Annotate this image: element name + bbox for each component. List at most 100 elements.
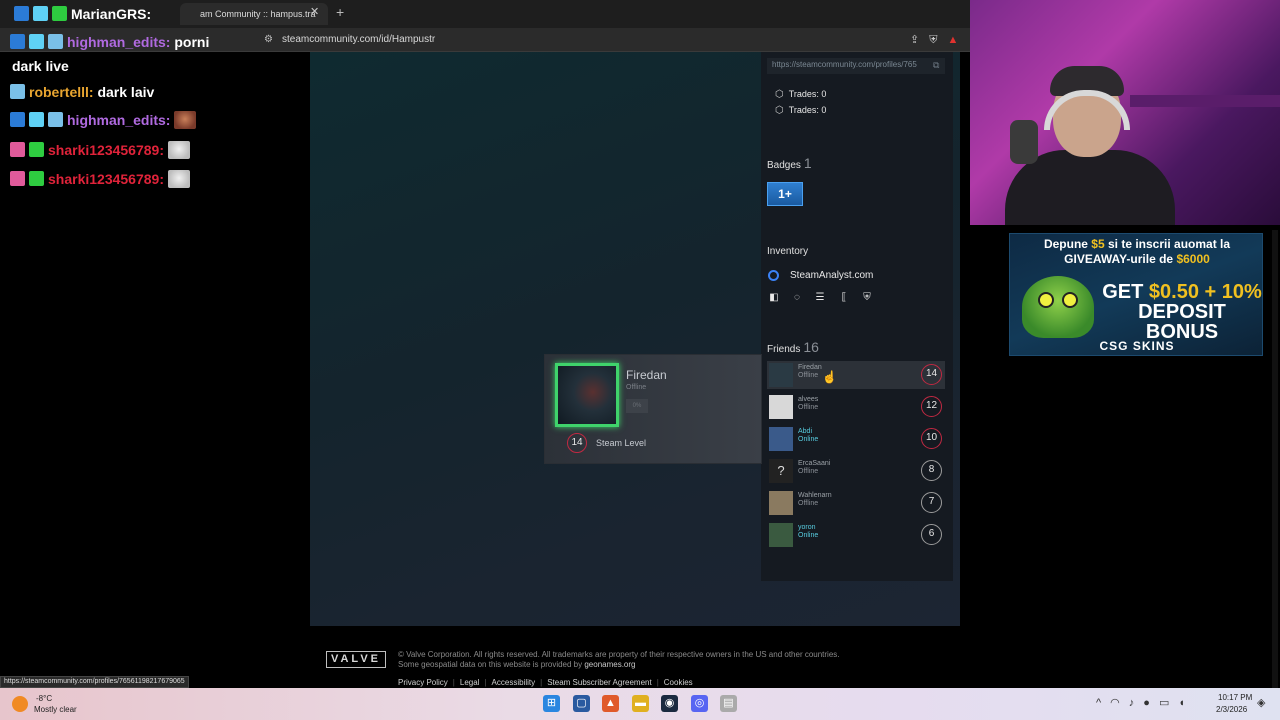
friend-row[interactable]: yoron Online 6 (767, 521, 945, 549)
friends-count: 16 (803, 339, 819, 355)
ad-headline: Depune $5 si te inscrii auomat la GIVEAW… (1010, 237, 1262, 267)
speaker-icon[interactable]: ◖ (1178, 697, 1194, 709)
friend-level: 12 (921, 396, 942, 417)
subscriber-agreement-link[interactable]: Steam Subscriber Agreement (547, 678, 652, 687)
clock-date[interactable]: 2/3/2026 (1216, 705, 1247, 714)
weather-icon[interactable] (12, 696, 28, 712)
mic-icon[interactable]: ● (1143, 697, 1159, 709)
wifi-icon[interactable]: ◠ (1110, 697, 1129, 709)
chat-line: sharki123456789: (10, 141, 190, 159)
weather-desc[interactable]: Mostly clear (34, 705, 77, 714)
badge-icon (48, 112, 63, 127)
friends-title: Friends (767, 344, 801, 355)
friend-status: Online (798, 436, 819, 443)
new-tab-button[interactable]: + (336, 4, 344, 20)
badge-tile[interactable]: 1+ (767, 182, 803, 206)
default-avatar-icon: ? (769, 459, 793, 483)
emote-icon (168, 141, 190, 159)
csgo-icon[interactable]: ◧ (768, 292, 780, 303)
friend-name: Wahlenarn (798, 492, 832, 499)
avatar (769, 363, 793, 387)
chevron-up-icon[interactable]: ^ (1096, 697, 1110, 709)
weather-temp[interactable]: -8°C (36, 694, 52, 703)
privacy-policy-link[interactable]: Privacy Policy (398, 678, 448, 687)
badge-icon (33, 6, 48, 21)
hovercard-name: Firedan (626, 368, 667, 382)
steamanalyst-link[interactable]: SteamAnalyst.com (790, 270, 873, 281)
friend-row[interactable]: Wahlenarn Offline 7 (767, 489, 945, 517)
chat-line: robertelll: dark laiv (10, 84, 154, 100)
trades-row: ⬡ Trades: 0 (775, 89, 826, 100)
rewards-icon[interactable]: ▲ (947, 34, 968, 46)
geonames-link[interactable]: geonames.org (584, 660, 635, 669)
avatar (769, 427, 793, 451)
friend-level: 14 (921, 364, 942, 385)
url-field[interactable]: steamcommunity.com/id/Hampustr (282, 34, 435, 45)
site-settings-icon[interactable]: ⚙ (264, 34, 273, 45)
tab-steam-profile[interactable]: am Community :: hampus.tra (180, 3, 328, 25)
app-icon[interactable]: ▤ (720, 695, 737, 712)
cookies-link[interactable]: Cookies (664, 678, 693, 687)
steam-icon[interactable]: ◉ (661, 695, 678, 712)
display-icon[interactable]: ▭ (1159, 697, 1178, 709)
shield-check-icon[interactable]: ⛨ (861, 292, 873, 303)
friend-row[interactable]: ? ErcaSaani Offline 8 (767, 457, 945, 485)
steamanalyst-icon (768, 270, 779, 281)
friend-row[interactable]: Firedan Offline 14 (767, 361, 945, 389)
badge-icon (29, 112, 44, 127)
start-icon[interactable]: ⊞ (543, 695, 560, 712)
share-icon[interactable]: ⇪ (910, 34, 929, 46)
trade-icon: ⬡ (775, 105, 784, 116)
ad-offer-line: DEPOSIT BONUS (1138, 301, 1226, 343)
webcam-feed (970, 0, 1280, 225)
badge-icon (14, 6, 29, 21)
avatar (769, 395, 793, 419)
clock-time[interactable]: 10:17 PM (1218, 693, 1252, 702)
footer-links: Privacy Policy | Legal | Accessibility | Steam… (398, 678, 693, 687)
badges-heading[interactable]: Badges 1 (767, 155, 812, 171)
accessibility-link[interactable]: Accessibility (492, 678, 536, 687)
friend-level: 7 (921, 492, 942, 513)
notification-icon[interactable]: ◈ (1257, 696, 1265, 709)
friend-row[interactable]: alvees Offline 12 (767, 393, 945, 421)
friend-level: 10 (921, 428, 942, 449)
copy-icon[interactable]: ⧉ (933, 60, 939, 71)
trade-icon: ⬡ (775, 89, 784, 100)
hovercard-progress: 0% (626, 399, 648, 413)
file-explorer-icon[interactable]: ▬ (632, 695, 649, 712)
friends-heading[interactable]: Friends 16 (767, 339, 819, 355)
badge-icon (29, 142, 44, 157)
ad-text: GET (1102, 281, 1149, 303)
list-icon[interactable]: ☰ (814, 292, 826, 303)
chat-line: highman_edits: porni (10, 34, 209, 50)
bracket-icon[interactable]: ⟦ (838, 292, 850, 303)
copyright-text: © Valve Corporation. All rights reserved… (398, 650, 840, 670)
friend-row[interactable]: Abdi Online 10 (767, 425, 945, 453)
badges-title: Badges (767, 160, 801, 171)
ad-text: GIVEAWAY-urile de (1064, 252, 1177, 266)
tab-close-icon[interactable]: ✕ (310, 5, 319, 18)
profile-url-field[interactable]: https://steamcommunity.com/profiles/765 (767, 58, 945, 74)
status-bar-url: https://steamcommunity.com/profiles/7656… (0, 676, 189, 688)
brave-icon[interactable]: ▲ (602, 695, 619, 712)
legal-link[interactable]: Legal (460, 678, 480, 687)
friend-name: Abdi (798, 428, 813, 435)
chat-username: sharki123456789: (48, 171, 164, 187)
chat-message: porni (174, 34, 210, 50)
badge-icon (29, 34, 44, 49)
scrollbar[interactable] (1272, 230, 1278, 688)
inventory-heading[interactable]: Inventory (767, 246, 808, 257)
volume-icon[interactable]: ♪ (1129, 697, 1144, 709)
task-view-icon[interactable]: ▢ (573, 695, 590, 712)
ad-offer: GET $0.50 + 10% DEPOSIT BONUS (1102, 282, 1262, 342)
chat-username: robertelll: (29, 84, 94, 100)
trades-label: Trades: 0 (788, 89, 827, 99)
discord-icon[interactable]: ◎ (691, 695, 708, 712)
badge-icon (52, 6, 67, 21)
badge-icon (10, 34, 25, 49)
trades-row: ⬡ Trades: 0 (775, 105, 826, 116)
steam-icon[interactable]: ◌ (791, 292, 803, 303)
valve-logo[interactable]: VALVE (326, 651, 386, 668)
shield-icon[interactable]: ⛨ (929, 34, 947, 46)
mascot-image (1022, 276, 1094, 338)
